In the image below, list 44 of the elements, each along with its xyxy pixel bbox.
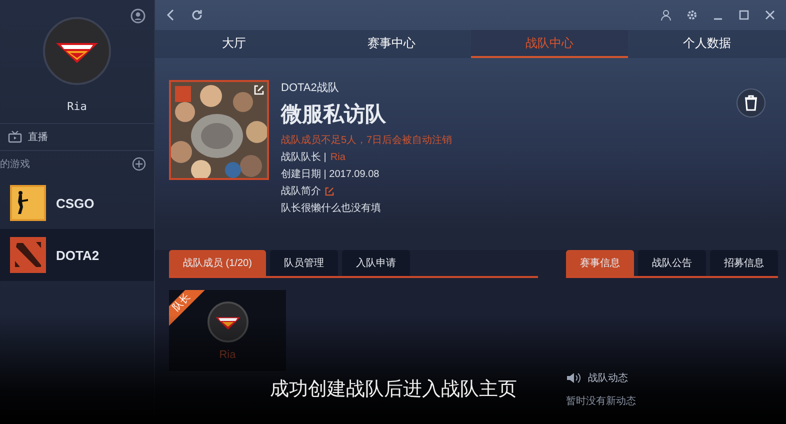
close-icon[interactable] <box>764 9 776 21</box>
game-item[interactable]: CSGO <box>0 177 154 229</box>
game-name: DOTA2 <box>56 248 100 262</box>
games-heading: 的游戏 <box>0 158 30 171</box>
avatar-emblem <box>42 16 112 86</box>
soldier-icon <box>10 185 46 221</box>
live-menu-item[interactable]: 直播 <box>0 123 154 151</box>
caption-text: 成功创建战队后进入战队主页 <box>270 378 517 402</box>
info-tab[interactable]: 招募信息 <box>710 250 778 276</box>
nav-tab[interactable]: 赛事中心 <box>312 30 470 58</box>
username: Ria <box>67 100 87 113</box>
trash-button[interactable] <box>736 88 766 118</box>
team-game-label: DOTA2战队 <box>281 81 340 95</box>
settings-icon[interactable] <box>686 9 698 21</box>
user-sync-icon[interactable] <box>130 8 146 24</box>
edit-icon[interactable] <box>325 186 334 196</box>
team-name: 微服私访队 <box>281 102 387 128</box>
refresh-icon[interactable] <box>191 9 203 21</box>
intro-label: 战队简介 <box>281 184 321 198</box>
nav-tab[interactable]: 大厅 <box>155 30 313 58</box>
game-item[interactable]: DOTA2 <box>0 229 154 281</box>
info-tab[interactable]: 战队公告 <box>638 250 706 276</box>
maximize-icon[interactable] <box>738 9 750 21</box>
tv-icon <box>8 131 22 143</box>
dota-icon <box>10 237 46 273</box>
game-name: CSGO <box>56 196 94 210</box>
captain-label: 战队队长 | <box>281 150 326 164</box>
info-tab[interactable]: 赛事信息 <box>566 250 634 276</box>
warning-text: 战队成员不足5人，7日后会被自动注销 <box>281 134 452 147</box>
avatar-emblem <box>206 300 248 342</box>
activity-title: 战队动态 <box>588 372 628 385</box>
add-icon[interactable] <box>132 157 146 171</box>
nav-tab[interactable]: 个人数据 <box>628 30 786 58</box>
intro-text: 队长很懒什么也没有填 <box>281 202 382 215</box>
member-card[interactable]: 队长 Ria <box>169 290 286 371</box>
user-icon[interactable] <box>660 9 672 21</box>
member-name: Ria <box>219 348 236 360</box>
member-tab[interactable]: 战队成员 (1/20) <box>169 250 266 276</box>
empty-activity-text: 暂时没有新动态 <box>566 395 637 408</box>
created-date: 创建日期 | 2017.09.08 <box>281 168 380 181</box>
member-tab[interactable]: 队员管理 <box>270 250 338 276</box>
speaker-icon <box>566 372 582 384</box>
member-tab[interactable]: 入队申请 <box>342 250 410 276</box>
live-label: 直播 <box>28 130 48 144</box>
